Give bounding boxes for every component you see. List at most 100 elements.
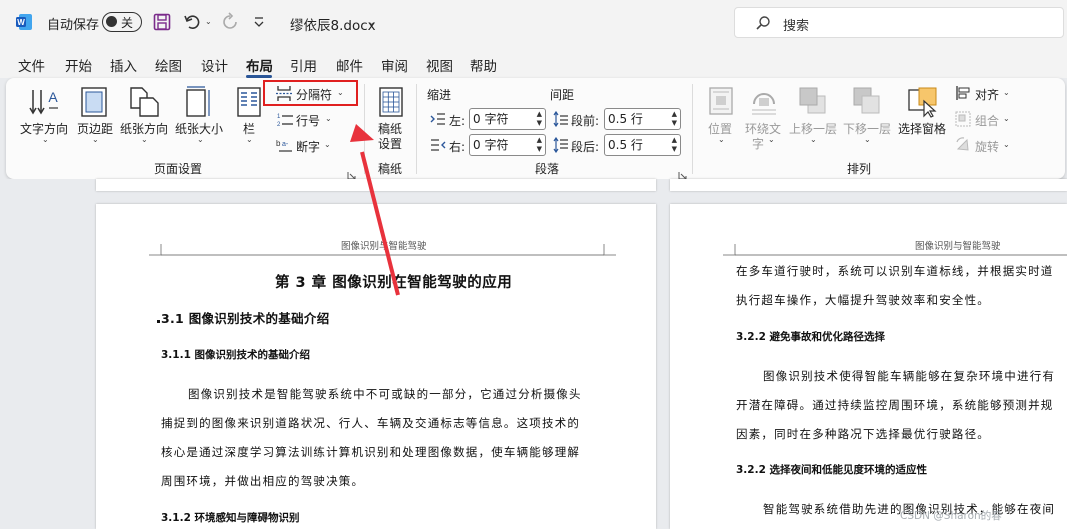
paragraph-line-1[interactable]: 图像识别技术是智能驾驶系统中不可或缺的一部分，它通过分析摄像头 — [188, 386, 582, 402]
spacing-label: 间距 — [550, 88, 575, 102]
rotate-icon[interactable] — [955, 137, 971, 153]
hyphenation-dropdown-icon[interactable]: ⌄ — [324, 140, 331, 149]
arrange-group-label: 排列 — [847, 162, 872, 176]
spacing-after-label: 段后: — [571, 140, 600, 154]
text-direction-icon[interactable]: A — [28, 86, 62, 118]
word-icon[interactable]: W — [15, 13, 33, 31]
send-backward-dropdown-icon[interactable]: ⌄ — [864, 135, 871, 144]
indent-label: 缩进 — [427, 88, 452, 102]
margins-dropdown-icon[interactable]: ⌄ — [92, 135, 99, 144]
redo-icon[interactable] — [220, 12, 240, 32]
subsection-title-3-2-2-b[interactable]: 3.2.2 选择夜间和低能见度环境的适应性 — [736, 462, 927, 477]
svg-text:b: b — [276, 139, 281, 148]
right-paragraph-line-2[interactable]: 开潜在障碍。通过持续监控周围环境，系统能够预测并规 — [736, 397, 1054, 413]
tab-layout[interactable]: 布局 — [246, 55, 273, 75]
save-icon[interactable] — [153, 13, 171, 31]
text-direction-dropdown-icon[interactable]: ⌄ — [42, 135, 49, 144]
line-numbers-label[interactable]: 行号 — [296, 112, 320, 129]
rotate-dropdown-icon[interactable]: ⌄ — [1003, 140, 1010, 149]
right-paragraph-line-1[interactable]: 图像识别技术使得智能车辆能够在复杂环境中进行有 — [763, 368, 1055, 384]
orientation-dropdown-icon[interactable]: ⌄ — [141, 135, 148, 144]
right-page-line-1[interactable]: 在多车道行驶时，系统可以识别车道标线，并根据实时道 — [736, 263, 1054, 279]
align-label[interactable]: 对齐 — [975, 86, 999, 103]
undo-icon[interactable] — [183, 12, 203, 32]
align-icon[interactable] — [955, 85, 971, 101]
orientation-icon[interactable] — [128, 86, 160, 118]
tab-file[interactable]: 文件 — [18, 55, 45, 75]
annotation-arrow — [350, 124, 400, 296]
autosave-toggle[interactable]: 关 — [102, 12, 142, 32]
tab-design[interactable]: 设计 — [201, 55, 228, 75]
paragraph-line-3[interactable]: 核心是通过深度学习算法训练计算机识别和处理图像数据，使车辆能够理解 — [161, 444, 580, 460]
tab-mailings[interactable]: 邮件 — [336, 55, 363, 75]
text-cursor — [157, 320, 160, 323]
right-page-line-2[interactable]: 执行超车操作，大幅提升驾驶效率和安全性。 — [736, 292, 990, 308]
manuscript-settings-icon[interactable] — [378, 86, 404, 118]
autosave-label: 自动保存 — [47, 18, 100, 33]
subsection-title-3-1-2[interactable]: 3.1.2 环境感知与障碍物识别 — [161, 510, 300, 525]
document-name[interactable]: 缪依辰8.docx — [290, 14, 376, 34]
customize-toolbar-icon[interactable] — [253, 14, 265, 30]
watermark: CSDN @Sharon的春 — [900, 510, 1002, 522]
spacing-before-input[interactable]: 0.5 行 ▲ ▼ — [604, 108, 681, 130]
spacing-before-spinner-icon[interactable]: ▲ ▼ — [672, 110, 677, 128]
indent-right-value: 0 字符 — [473, 138, 509, 152]
tab-review[interactable]: 审阅 — [381, 55, 408, 75]
tab-help[interactable]: 帮助 — [470, 55, 497, 75]
undo-dropdown-icon[interactable]: ⌄ — [205, 17, 212, 26]
header-corner-marks-right — [723, 244, 1067, 256]
wrap-text-label-2[interactable]: 字 — [752, 135, 764, 152]
indent-right-spinner-icon[interactable]: ▲ ▼ — [537, 136, 542, 154]
spacing-before-value: 0.5 行 — [608, 112, 643, 126]
wrap-text-dropdown-icon[interactable]: ⌄ — [768, 135, 775, 144]
group-label[interactable]: 组合 — [975, 112, 999, 129]
wrap-text-icon[interactable] — [750, 86, 778, 116]
bring-forward-icon[interactable] — [798, 86, 828, 116]
tab-home[interactable]: 开始 — [65, 55, 92, 75]
indent-left-spinner-icon[interactable]: ▲ ▼ — [537, 110, 542, 128]
subsection-title-3-1-1[interactable]: 3.1.1 图像识别技术的基础介绍 — [161, 347, 310, 362]
tab-insert[interactable]: 插入 — [110, 55, 137, 75]
paragraph-launcher-icon[interactable] — [678, 165, 687, 180]
page-setup-group-label: 页面设置 — [154, 162, 203, 176]
subsection-title-3-2-2-a[interactable]: 3.2.2 避免事故和优化路径选择 — [736, 329, 885, 344]
send-backward-icon[interactable] — [852, 86, 882, 116]
hyphenation-icon[interactable]: b a- — [276, 137, 294, 154]
page-right[interactable]: 图像识别与智能驾驶 在多车道行驶时，系统可以识别车道标线，并根据实时道 执行超车… — [670, 204, 1067, 529]
indent-left-value: 0 字符 — [473, 112, 509, 126]
svg-text:a-: a- — [282, 141, 289, 148]
indent-right-input[interactable]: 0 字符 ▲ ▼ — [469, 134, 546, 156]
search-box[interactable]: 搜索 — [734, 7, 1064, 38]
document-name-chevron-icon[interactable]: ⌄ — [367, 15, 376, 28]
line-numbers-dropdown-icon[interactable]: ⌄ — [325, 114, 332, 123]
spacing-after-spinner-icon[interactable]: ▲ ▼ — [672, 136, 677, 154]
paragraph-line-4[interactable]: 周围环境，并做出相应的驾驶决策。 — [161, 473, 364, 489]
tab-view[interactable]: 视图 — [426, 55, 453, 75]
paper-size-icon[interactable] — [183, 86, 213, 118]
align-dropdown-icon[interactable]: ⌄ — [1003, 88, 1010, 97]
spacing-after-input[interactable]: 0.5 行 ▲ ▼ — [604, 134, 681, 156]
group-dropdown-icon[interactable]: ⌄ — [1003, 114, 1010, 123]
rotate-label[interactable]: 旋转 — [975, 138, 999, 155]
group-icon[interactable] — [955, 111, 971, 127]
indent-right-icon — [430, 137, 446, 153]
columns-dropdown-icon[interactable]: ⌄ — [246, 135, 253, 144]
bring-forward-dropdown-icon[interactable]: ⌄ — [810, 135, 817, 144]
paper-size-dropdown-icon[interactable]: ⌄ — [197, 135, 204, 144]
position-icon[interactable] — [708, 86, 734, 116]
columns-icon[interactable] — [236, 86, 262, 118]
tab-references[interactable]: 引用 — [290, 55, 317, 75]
indent-left-input[interactable]: 0 字符 ▲ ▼ — [469, 108, 546, 130]
svg-text:W: W — [17, 18, 25, 27]
selection-pane-label[interactable]: 选择窗格 — [898, 120, 946, 137]
paragraph-line-2[interactable]: 捕捉到的图像来识别道路状况、行人、车辆及交通标志等信息。这项技术的 — [161, 415, 580, 431]
section-title-3-1[interactable]: 3.1 图像识别技术的基础介绍 — [161, 308, 330, 327]
margins-icon[interactable] — [80, 86, 108, 118]
indent-left-label: 左: — [449, 114, 466, 128]
line-numbers-icon[interactable]: 12 — [276, 111, 294, 128]
right-paragraph-line-3[interactable]: 因素，同时在多种路况下选择最优行驶路径。 — [736, 426, 990, 442]
tab-draw[interactable]: 绘图 — [155, 55, 182, 75]
selection-pane-icon[interactable] — [907, 86, 939, 118]
position-dropdown-icon[interactable]: ⌄ — [718, 135, 725, 144]
hyphenation-label[interactable]: 断字 — [296, 138, 320, 155]
